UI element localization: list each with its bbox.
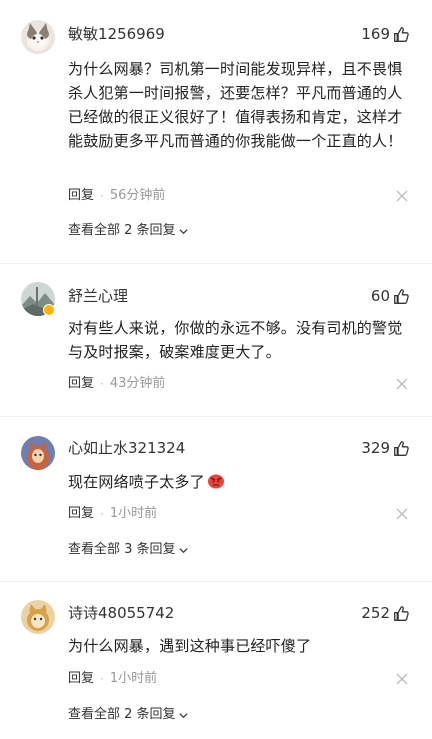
comment-text: 现在网络喷子太多了 bbox=[68, 470, 414, 494]
timestamp: 43分钟前 bbox=[109, 376, 166, 391]
divider bbox=[0, 416, 432, 417]
close-icon bbox=[396, 508, 408, 520]
view-replies-label: 查看全部 2 条回复 bbox=[68, 707, 176, 722]
timestamp: 1小时前 bbox=[109, 506, 158, 521]
close-icon bbox=[396, 190, 408, 202]
chevron-down-icon bbox=[178, 712, 188, 718]
view-replies-label: 查看全部 3 条回复 bbox=[68, 542, 176, 557]
view-replies-link[interactable]: 查看全部 2 条回复 bbox=[68, 222, 189, 240]
close-button[interactable] bbox=[396, 190, 408, 202]
comment-text: 为什么网暴？司机第一时间能发现异样，且不畏惧杀人犯第一时间报警，还要怎样？平凡而… bbox=[68, 60, 403, 150]
close-button[interactable] bbox=[396, 508, 408, 520]
view-replies-link[interactable]: 查看全部 3 条回复 bbox=[68, 541, 189, 559]
chevron-down-icon bbox=[178, 547, 188, 553]
avatar[interactable] bbox=[21, 600, 55, 634]
reply-button[interactable]: 回复 bbox=[68, 187, 94, 205]
view-replies-link[interactable]: 查看全部 2 条回复 bbox=[68, 706, 189, 724]
avatar[interactable] bbox=[21, 436, 55, 470]
comment-text-body: 现在网络喷子太多了 bbox=[68, 473, 205, 491]
like-button[interactable]: 169 bbox=[361, 24, 410, 44]
separator: · bbox=[100, 189, 104, 203]
close-button[interactable] bbox=[396, 673, 408, 685]
avatar[interactable] bbox=[21, 20, 55, 54]
reply-button[interactable]: 回复 bbox=[68, 505, 94, 523]
comment-meta: 回复 · 56分钟前 bbox=[68, 187, 165, 205]
chevron-down-icon bbox=[178, 228, 188, 234]
view-replies-label: 查看全部 2 条回复 bbox=[68, 223, 176, 238]
comment-meta: 回复 · 43分钟前 bbox=[68, 375, 165, 393]
username[interactable]: 舒兰心理 bbox=[68, 286, 128, 306]
close-icon bbox=[396, 378, 408, 390]
thumbs-up-icon bbox=[394, 440, 409, 456]
divider bbox=[0, 581, 432, 582]
like-count: 60 bbox=[370, 287, 390, 305]
angry-face-icon bbox=[207, 474, 224, 489]
username[interactable]: 心如止水321324 bbox=[68, 438, 185, 458]
comment-text: 对有些人来说，你做的永远不够。没有司机的警觉与及时报案，破案难度更大了。 bbox=[68, 319, 403, 361]
separator: · bbox=[100, 672, 104, 686]
comment-meta: 回复 · 1小时前 bbox=[68, 670, 157, 688]
like-count: 329 bbox=[361, 439, 390, 457]
like-button[interactable]: 329 bbox=[361, 438, 410, 458]
divider bbox=[0, 263, 432, 264]
reply-button[interactable]: 回复 bbox=[68, 375, 94, 393]
thumbs-up-icon bbox=[394, 605, 409, 621]
timestamp: 1小时前 bbox=[109, 671, 158, 686]
comment-text: 为什么网暴，遇到这种事已经吓傻了 bbox=[68, 637, 312, 655]
separator: · bbox=[100, 377, 104, 391]
close-button[interactable] bbox=[396, 378, 408, 390]
like-count: 252 bbox=[361, 604, 390, 622]
separator: · bbox=[100, 507, 104, 521]
like-button[interactable]: 60 bbox=[371, 286, 410, 306]
close-icon bbox=[396, 673, 408, 685]
verified-badge-icon bbox=[43, 304, 55, 316]
username[interactable]: 敏敏1256969 bbox=[68, 24, 165, 44]
like-count: 169 bbox=[361, 25, 390, 43]
thumbs-up-icon bbox=[394, 26, 409, 42]
cat-avatar-image bbox=[21, 20, 55, 54]
character-avatar-image bbox=[21, 436, 55, 470]
reply-button[interactable]: 回复 bbox=[68, 670, 94, 688]
cartoon-avatar-image bbox=[21, 600, 55, 634]
timestamp: 56分钟前 bbox=[109, 188, 166, 203]
comment-meta: 回复 · 1小时前 bbox=[68, 505, 157, 523]
username[interactable]: 诗诗48055742 bbox=[68, 603, 174, 623]
thumbs-up-icon bbox=[394, 288, 409, 304]
like-button[interactable]: 252 bbox=[361, 603, 410, 623]
